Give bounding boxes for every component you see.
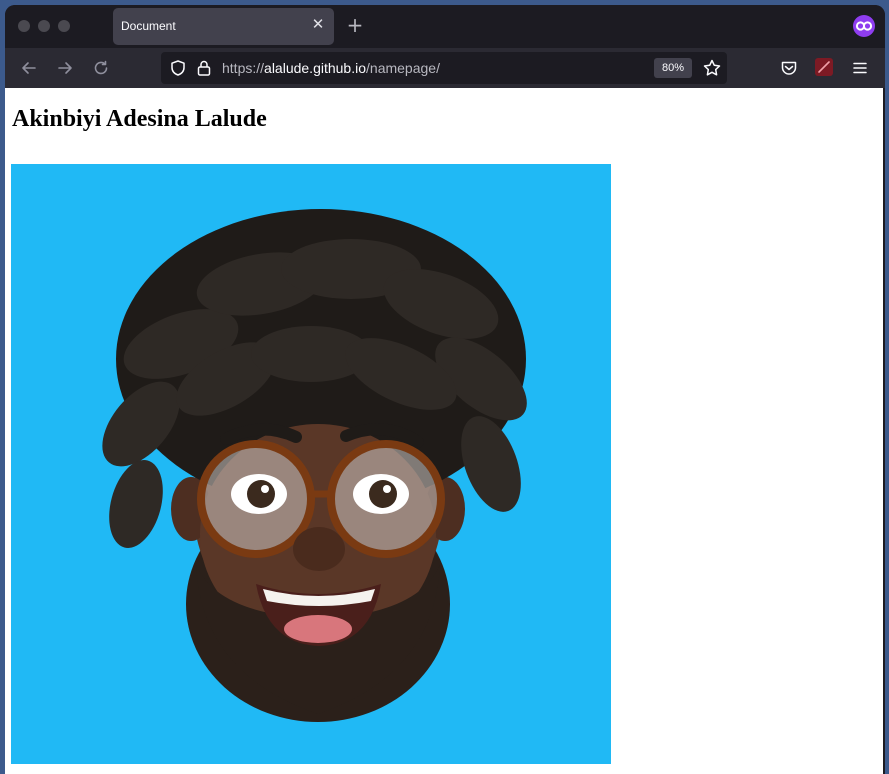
- page-title: Akinbiyi Adesina Lalude: [12, 106, 267, 132]
- close-window-button[interactable]: [18, 20, 30, 32]
- menu-icon[interactable]: [850, 58, 870, 82]
- url-path: /namepage/: [366, 60, 440, 76]
- private-browsing-icon: [853, 15, 875, 37]
- tab-close-icon[interactable]: ✕: [310, 16, 326, 32]
- new-tab-button[interactable]: +: [345, 15, 365, 35]
- browser-window: Document ✕ + https://alalude.github.io/n…: [5, 5, 885, 774]
- tab-title: Document: [121, 19, 176, 33]
- bookmark-star-icon[interactable]: [702, 58, 722, 82]
- page-content: Akinbiyi Adesina Lalude: [5, 88, 883, 774]
- url-scheme: https://: [222, 60, 265, 76]
- back-arrow-icon[interactable]: [19, 58, 39, 78]
- lock-icon[interactable]: [196, 59, 212, 81]
- url-host: alalude.github.io: [264, 60, 367, 76]
- reload-icon[interactable]: [91, 58, 111, 78]
- extension-icon[interactable]: [815, 58, 833, 76]
- zoom-indicator[interactable]: 80%: [654, 58, 692, 78]
- forward-arrow-icon[interactable]: [55, 58, 75, 78]
- navigation-toolbar: https://alalude.github.io/namepage/ 80%: [5, 48, 885, 88]
- avatar-image: [11, 164, 611, 764]
- zoom-window-button[interactable]: [58, 20, 70, 32]
- pocket-icon[interactable]: [779, 58, 799, 82]
- address-bar[interactable]: https://alalude.github.io/namepage/ 80%: [161, 52, 727, 84]
- tab-strip: Document ✕ +: [5, 5, 885, 48]
- shield-icon[interactable]: [169, 59, 187, 81]
- tab-document[interactable]: Document ✕: [113, 8, 334, 45]
- url-text[interactable]: https://alalude.github.io/namepage/: [222, 60, 440, 76]
- minimize-window-button[interactable]: [38, 20, 50, 32]
